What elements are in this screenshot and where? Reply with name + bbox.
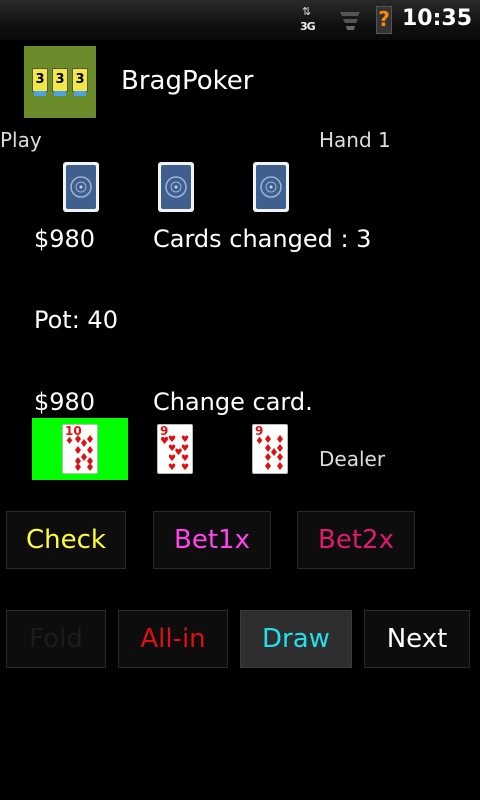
app-icon-card: 3 bbox=[52, 68, 68, 96]
opponent-card-back bbox=[253, 162, 289, 212]
app-icon-card: 3 bbox=[72, 68, 88, 96]
app-icon: 3 3 3 bbox=[24, 46, 96, 118]
bet2x-button[interactable]: Bet2x bbox=[297, 511, 415, 569]
app-icon-card: 3 bbox=[32, 68, 48, 96]
diamond-pips-icon bbox=[75, 435, 93, 471]
pot-amount: Pot: 40 bbox=[34, 306, 118, 334]
svg-text:♥: ♥ bbox=[181, 463, 189, 471]
check-button[interactable]: Check bbox=[6, 511, 126, 569]
heart-pips-icon: ♥ ♥ ♥ ♥ ♥ ♥ ♥ ♥ ♥ bbox=[168, 435, 189, 471]
player-card[interactable]: 9 ♥ ♥ ♥ ♥ ♥ ♥ ♥ ♥ ♥ ♥ bbox=[157, 424, 193, 474]
network-3g-icon: ⇅ 3G bbox=[300, 5, 316, 33]
mode-label: Play bbox=[0, 128, 42, 152]
status-bar: ⇅ 3G ? 10:35 bbox=[0, 0, 480, 40]
fold-button[interactable]: Fold bbox=[6, 610, 106, 668]
draw-button[interactable]: Draw bbox=[240, 610, 352, 668]
battery-unknown-icon: ? bbox=[376, 6, 392, 34]
player-card[interactable]: 10 ♦ bbox=[62, 424, 98, 474]
all-in-button[interactable]: All-in bbox=[118, 610, 228, 668]
svg-text:♥: ♥ bbox=[168, 463, 176, 471]
opponent-status: Cards changed : 3 bbox=[153, 225, 372, 253]
player-card[interactable]: 9 ♦ bbox=[252, 424, 288, 474]
bet1x-button[interactable]: Bet1x bbox=[153, 511, 271, 569]
network-label: 3G bbox=[300, 20, 316, 33]
next-button[interactable]: Next bbox=[364, 610, 470, 668]
app-title: BragPoker bbox=[121, 66, 254, 96]
opponent-card-back bbox=[63, 162, 99, 212]
opponent-card-back bbox=[158, 162, 194, 212]
dealer-label: Dealer bbox=[319, 447, 386, 471]
player-status: Change card. bbox=[153, 388, 313, 416]
opponent-money: $980 bbox=[34, 225, 96, 253]
status-time: 10:35 bbox=[401, 6, 472, 31]
signal-icon bbox=[340, 12, 360, 30]
player-money: $980 bbox=[34, 388, 96, 416]
diamond-pips-icon bbox=[265, 435, 283, 470]
hand-label: Hand 1 bbox=[319, 128, 391, 152]
